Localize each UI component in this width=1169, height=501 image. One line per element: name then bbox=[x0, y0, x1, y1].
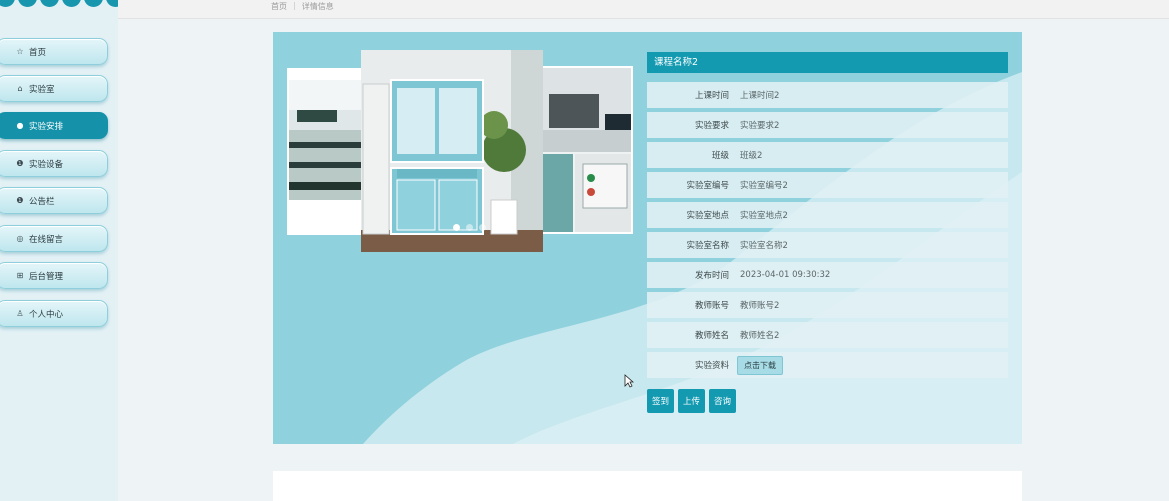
detail-value: 2023-04-01 09:30:32 bbox=[740, 270, 831, 280]
bag-icon: ⌂ bbox=[17, 84, 23, 93]
sidebar-item-admin[interactable]: ⊞ 后台管理 bbox=[0, 262, 108, 289]
detail-value: 实验要求2 bbox=[740, 121, 780, 131]
sidebar-item-message[interactable]: ◎ 在线留言 bbox=[0, 225, 108, 252]
detail-label: 实验资料 bbox=[694, 361, 729, 371]
breadcrumb: 首页 | 详情信息 bbox=[271, 1, 334, 12]
detail-row-requirement: 实验要求 实验要求2 bbox=[647, 112, 1008, 138]
star-icon: ☆ bbox=[16, 47, 24, 56]
course-title: 课程名称2 bbox=[647, 52, 1008, 73]
detail-value: 实验室地点2 bbox=[740, 211, 788, 221]
gallery-pagination bbox=[453, 224, 486, 231]
top-bar: 首页 | 详情信息 bbox=[118, 0, 1169, 19]
sidebar-item-label: 实验室 bbox=[29, 84, 55, 95]
detail-value: 实验室名称2 bbox=[740, 241, 788, 251]
detail-label: 实验要求 bbox=[694, 121, 729, 131]
sidebar-item-label: 实验安排 bbox=[29, 121, 64, 132]
action-buttons: 签到 上传 咨询 bbox=[647, 389, 737, 413]
gallery-photo-main bbox=[361, 50, 543, 252]
sidebar-item-label: 在线留言 bbox=[29, 234, 64, 245]
sidebar-item-label: 首页 bbox=[29, 47, 47, 58]
breadcrumb-home[interactable]: 首页 bbox=[271, 1, 287, 12]
detail-row-teacher-name: 教师姓名 教师姓名2 bbox=[647, 322, 1008, 348]
sidebar-item-lab[interactable]: ⌂ 实验室 bbox=[0, 75, 108, 102]
notice-icon: ❶ bbox=[16, 196, 24, 205]
detail-label: 发布时间 bbox=[694, 271, 729, 281]
detail-row-lab-name: 实验室名称 实验室名称2 bbox=[647, 232, 1008, 258]
user-icon: ♙ bbox=[16, 309, 24, 318]
detail-label: 教师账号 bbox=[694, 301, 729, 311]
sidebar-item-label: 实验设备 bbox=[29, 159, 64, 170]
sidebar-item-profile[interactable]: ♙ 个人中心 bbox=[0, 300, 108, 327]
sidebar-item-equipment[interactable]: ❶ 实验设备 bbox=[0, 150, 108, 177]
gallery-dot[interactable] bbox=[466, 224, 473, 231]
mouse-cursor-icon bbox=[624, 374, 634, 388]
detail-row-lab-location: 实验室地点 实验室地点2 bbox=[647, 202, 1008, 228]
detail-value: 班级2 bbox=[740, 151, 763, 161]
gallery-dot[interactable] bbox=[479, 224, 486, 231]
sidebar-item-schedule[interactable]: ● 实验安排 bbox=[0, 112, 108, 139]
sidebar-item-label: 个人中心 bbox=[29, 309, 64, 320]
download-button[interactable]: 点击下载 bbox=[737, 355, 783, 375]
detail-value: 上课时间2 bbox=[740, 91, 780, 101]
breadcrumb-current: 详情信息 bbox=[301, 2, 334, 11]
detail-label: 实验室编号 bbox=[686, 181, 729, 191]
dot-icon: ● bbox=[16, 121, 24, 130]
sidebar: ☆ 首页 ⌂ 实验室 ● 实验安排 ❶ 实验设备 ❶ 公告栏 ◎ 在线留言 ⊞ … bbox=[0, 0, 125, 501]
detail-row-publish-time: 发布时间 2023-04-01 09:30:32 bbox=[647, 262, 1008, 288]
detail-label: 实验室地点 bbox=[686, 211, 729, 221]
upload-button[interactable]: 上传 bbox=[678, 389, 706, 413]
sidebar-item-label: 后台管理 bbox=[29, 271, 64, 282]
bottom-panel bbox=[273, 471, 1022, 501]
breadcrumb-separator: | bbox=[293, 1, 296, 10]
gallery-dot[interactable] bbox=[453, 224, 460, 231]
detail-value: 教师姓名2 bbox=[740, 331, 780, 341]
info-icon: ❶ bbox=[16, 159, 24, 168]
detail-value: 实验室编号2 bbox=[740, 181, 788, 191]
checkin-button[interactable]: 签到 bbox=[647, 389, 675, 413]
sidebar-item-label: 公告栏 bbox=[29, 196, 55, 207]
admin-icon: ⊞ bbox=[16, 271, 24, 280]
detail-row-class-time: 上课时间 上课时间2 bbox=[647, 82, 1008, 108]
detail-row-material: 实验资料 点击下载 bbox=[647, 352, 1008, 378]
detail-row-lab-number: 实验室编号 实验室编号2 bbox=[647, 172, 1008, 198]
sidebar-decoration bbox=[0, 0, 125, 7]
detail-card: 课程名称2 上课时间 上课时间2 实验要求 实验要求2 班级 班级2 实验室编号… bbox=[273, 32, 1022, 444]
detail-label: 班级 bbox=[711, 151, 729, 161]
detail-row-class: 班级 班级2 bbox=[647, 142, 1008, 168]
chat-icon: ◎ bbox=[16, 234, 24, 243]
gallery-photo-right bbox=[541, 66, 633, 234]
detail-row-teacher-account: 教师账号 教师账号2 bbox=[647, 292, 1008, 318]
sidebar-item-notice[interactable]: ❶ 公告栏 bbox=[0, 187, 108, 214]
sidebar-item-home[interactable]: ☆ 首页 bbox=[0, 38, 108, 65]
gallery-photo-left bbox=[287, 68, 367, 235]
detail-label: 上课时间 bbox=[694, 91, 729, 101]
detail-value: 教师账号2 bbox=[740, 301, 780, 311]
consult-button[interactable]: 咨询 bbox=[709, 389, 737, 413]
detail-label: 教师姓名 bbox=[694, 331, 729, 341]
detail-label: 实验室名称 bbox=[686, 241, 729, 251]
